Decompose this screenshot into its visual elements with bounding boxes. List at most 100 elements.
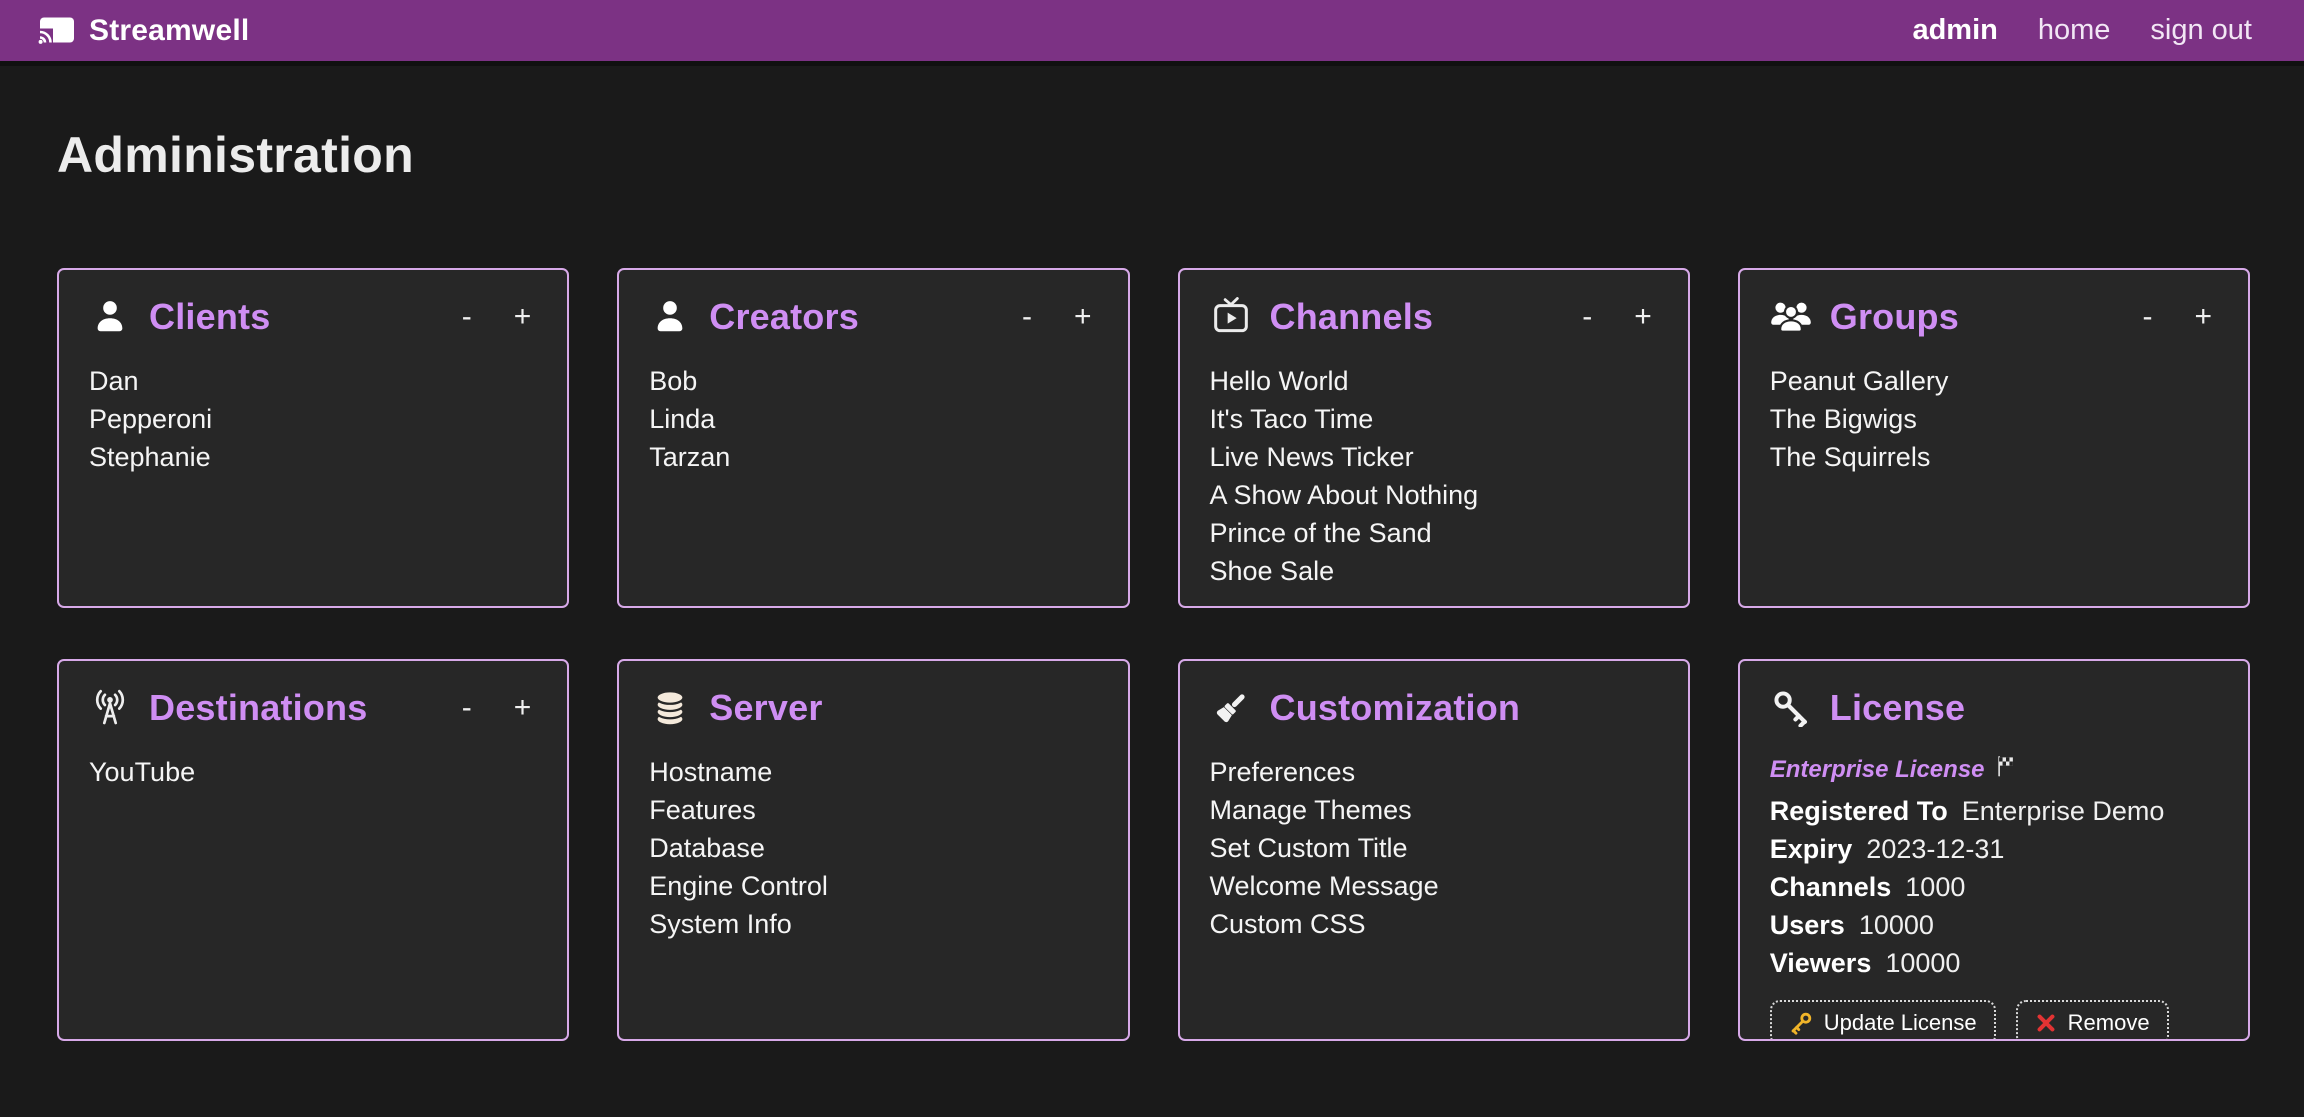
license-fields: Registered To Enterprise Demo Expiry 2023-… [1770,792,2218,982]
list-item[interactable]: Stephanie [89,438,537,476]
card-title: Server [709,687,822,729]
card-title: Creators [709,296,859,338]
nav-admin[interactable]: admin [1912,14,1997,47]
list-item[interactable]: Custom CSS [1210,905,1658,943]
license-field-label: Registered To [1770,796,1948,826]
card-title: Destinations [149,687,367,729]
update-license-button[interactable]: Update License [1770,1000,1996,1041]
list-item[interactable]: Welcome Message [1210,867,1658,905]
card-title: Channels [1270,296,1434,338]
list-item[interactable]: Preferences [1210,753,1658,791]
list-item[interactable]: The Bigwigs [1770,400,2218,438]
increment-button[interactable]: + [1074,302,1092,332]
license-field-label: Users [1770,910,1845,940]
list-item[interactable]: Hello World [1210,362,1658,400]
nav-home[interactable]: home [2038,14,2111,47]
list-item[interactable]: Bob [649,362,1097,400]
card-grid: Clients - + Dan Pepperoni Stephanie Crea… [0,268,2304,1041]
license-field-label: Viewers [1770,948,1872,978]
brush-icon [1210,689,1252,727]
list-item[interactable]: Dan [89,362,537,400]
checkered-flag-icon [1995,755,2017,784]
list-item[interactable]: Hostname [649,753,1097,791]
license-field-value: Enterprise Demo [1962,796,2165,826]
list-item[interactable]: Features [649,791,1097,829]
server-list: Hostname Features Database Engine Contro… [649,753,1097,943]
license-row: Channels 1000 [1770,868,2218,906]
increment-button[interactable]: + [2194,302,2212,332]
remove-license-button[interactable]: Remove [2016,1000,2169,1041]
customization-list: Preferences Manage Themes Set Custom Tit… [1210,753,1658,943]
list-item[interactable]: Manage Themes [1210,791,1658,829]
list-item[interactable]: The Squirrels [1770,438,2218,476]
card-destinations-header: Destinations - + [89,687,537,729]
card-customization: Customization Preferences Manage Themes … [1178,659,1690,1041]
card-clients: Clients - + Dan Pepperoni Stephanie [57,268,569,608]
card-channels: Channels - + Hello World It's Taco Time … [1178,268,1690,608]
list-item[interactable]: System Info [649,905,1097,943]
license-field-value: 2023-12-31 [1866,834,2004,864]
license-field-value: 10000 [1859,910,1934,940]
app-header: Streamwell admin home sign out [0,0,2304,66]
increment-button[interactable]: + [1634,302,1652,332]
list-item[interactable]: Database [649,829,1097,867]
decrement-button[interactable]: - [462,302,472,332]
license-row: Expiry 2023-12-31 [1770,830,2218,868]
list-item[interactable]: Shoe Sale [1210,552,1658,590]
database-icon [649,688,691,728]
clients-list: Dan Pepperoni Stephanie [89,362,537,476]
key-emoji-icon [1789,1011,1813,1035]
decrement-button[interactable]: - [1582,302,1592,332]
card-destinations: Destinations - + YouTube [57,659,569,1041]
list-item[interactable]: Peanut Gallery [1770,362,2218,400]
license-field-label: Expiry [1770,834,1853,864]
list-item[interactable]: YouTube [89,753,537,791]
card-groups: Groups - + Peanut Gallery The Bigwigs Th… [1738,268,2250,608]
license-row: Registered To Enterprise Demo [1770,792,2218,830]
channels-list: Hello World It's Taco Time Live News Tic… [1210,362,1658,590]
card-groups-header: Groups - + [1770,296,2218,338]
list-item[interactable]: Prince of the Sand [1210,514,1658,552]
license-tier-label: Enterprise License [1770,756,1985,784]
card-server: Server Hostname Features Database Engine… [617,659,1129,1041]
license-tier: Enterprise License [1770,755,2218,784]
destinations-list: YouTube [89,753,537,791]
license-field-value: 10000 [1885,948,1960,978]
list-item[interactable]: Set Custom Title [1210,829,1658,867]
card-channels-header: Channels - + [1210,296,1658,338]
decrement-button[interactable]: - [1022,302,1032,332]
tv-icon [1210,297,1252,337]
license-field-label: Channels [1770,872,1892,902]
list-item[interactable]: Live News Ticker [1210,438,1658,476]
increment-button[interactable]: + [514,302,532,332]
increment-button[interactable]: + [514,693,532,723]
key-icon [1770,689,1812,727]
list-item[interactable]: It's Taco Time [1210,400,1658,438]
page-title: Administration [57,126,2304,184]
header-nav: admin home sign out [1912,14,2252,47]
brand[interactable]: Streamwell [37,14,249,48]
list-item[interactable]: Tarzan [649,438,1097,476]
list-item[interactable]: Linda [649,400,1097,438]
broadcast-tower-icon [89,689,131,727]
x-emoji-icon [2035,1012,2057,1034]
card-title: Clients [149,296,270,338]
update-license-label: Update License [1824,1010,1977,1036]
list-item[interactable]: Pepperoni [89,400,537,438]
nav-sign-out[interactable]: sign out [2150,14,2252,47]
list-item[interactable]: Engine Control [649,867,1097,905]
card-clients-header: Clients - + [89,296,537,338]
list-item[interactable]: A Show About Nothing [1210,476,1658,514]
license-field-value: 1000 [1905,872,1965,902]
decrement-button[interactable]: - [462,693,472,723]
card-license-header: License [1770,687,2218,729]
groups-list: Peanut Gallery The Bigwigs The Squirrels [1770,362,2218,476]
card-title: Customization [1270,687,1521,729]
card-creators: Creators - + Bob Linda Tarzan [617,268,1129,608]
license-row: Users 10000 [1770,906,2218,944]
person-icon [89,298,131,336]
brand-name: Streamwell [89,14,249,48]
decrement-button[interactable]: - [2142,302,2152,332]
card-license: License Enterprise License Registered To… [1738,659,2250,1041]
creators-list: Bob Linda Tarzan [649,362,1097,476]
